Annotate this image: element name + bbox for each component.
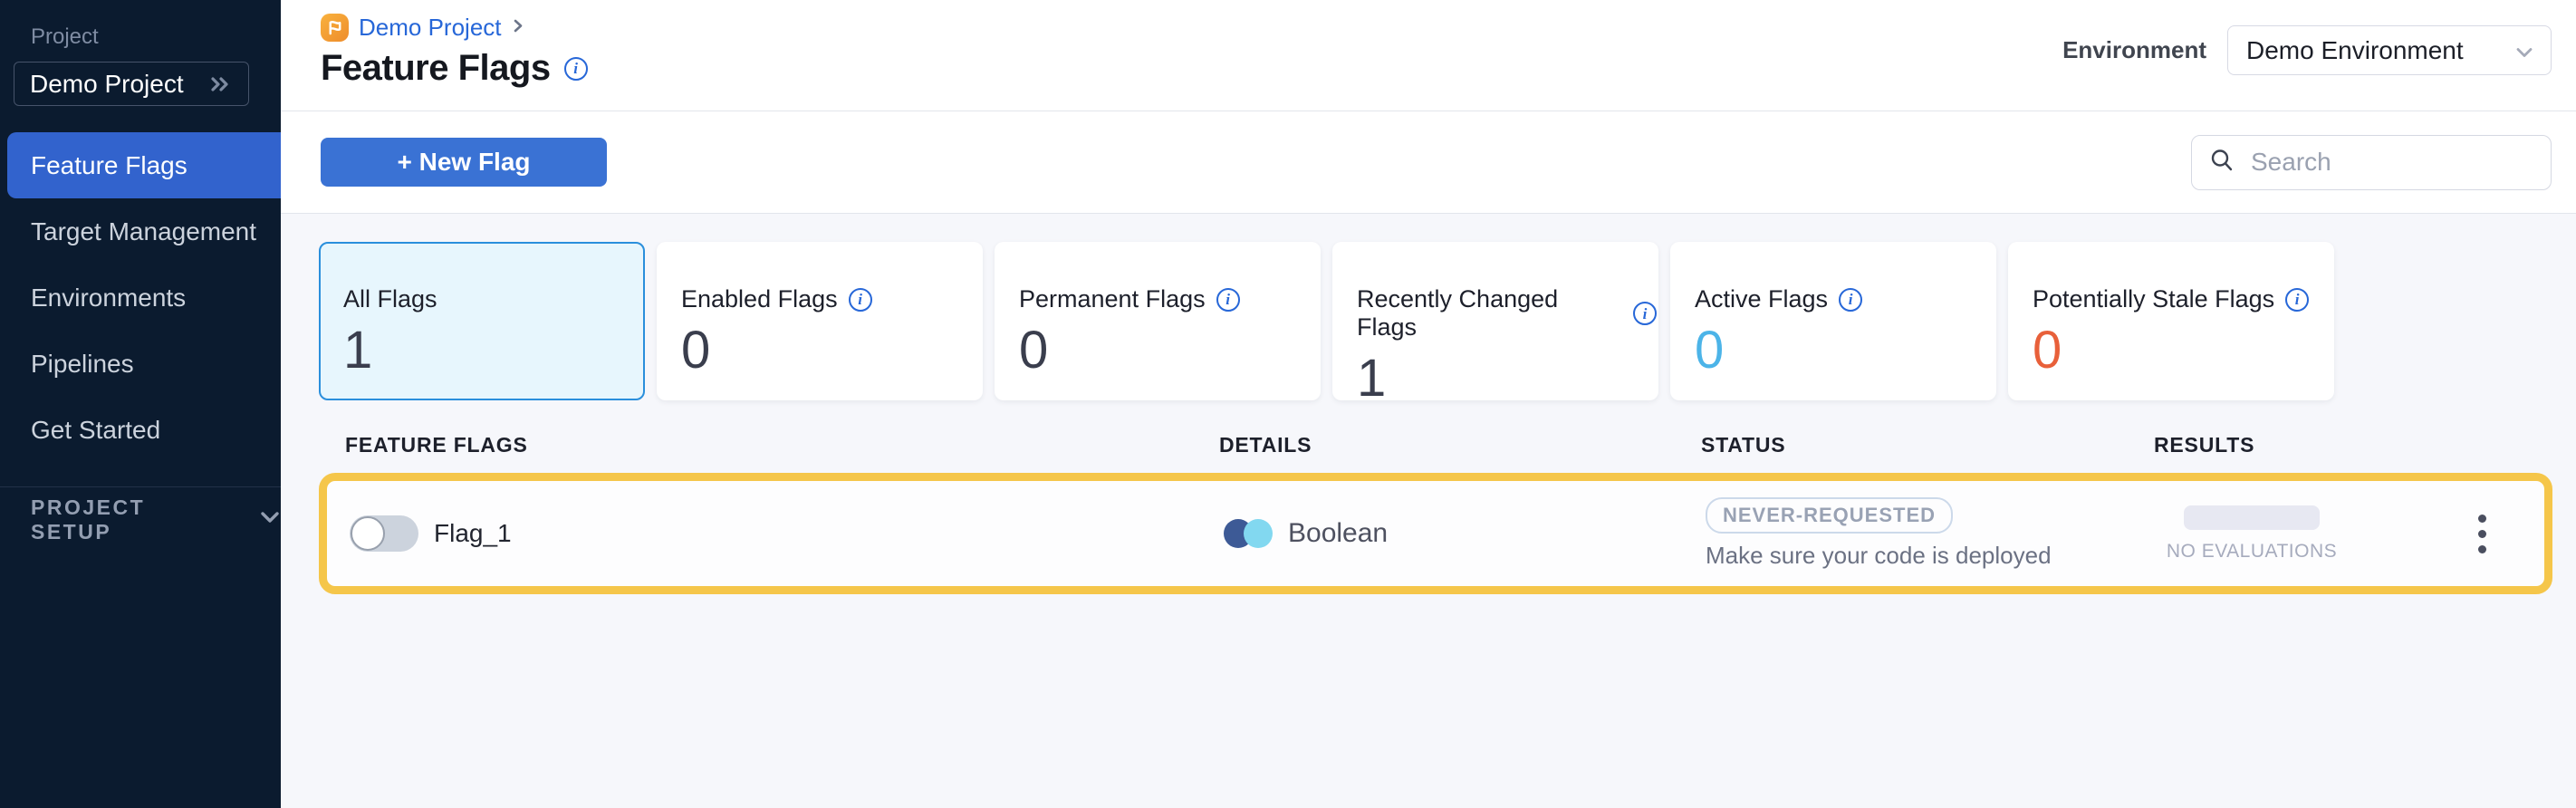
- search-icon: [2208, 147, 2235, 178]
- toggle-knob: [351, 516, 385, 551]
- double-chevron-icon[interactable]: [208, 73, 234, 95]
- status-cell: NEVER-REQUESTED Make sure your code is d…: [1706, 497, 2158, 570]
- sidebar-item-feature-flags[interactable]: Feature Flags: [7, 132, 281, 198]
- search-box: [2191, 135, 2552, 190]
- sidebar-item-pipelines[interactable]: Pipelines: [0, 331, 281, 397]
- status-badge: NEVER-REQUESTED: [1706, 497, 1953, 534]
- info-icon[interactable]: [849, 288, 872, 312]
- info-icon[interactable]: [2285, 288, 2309, 312]
- card-active-flags[interactable]: Active Flags 0: [1670, 242, 1996, 400]
- sidebar: Project Demo Project Feature Flags Targe…: [0, 0, 281, 808]
- evaluations-summary: NO EVALUATIONS: [2166, 505, 2338, 563]
- stats-cards: All Flags 1 Enabled Flags 0 Permanent Fl…: [319, 242, 2552, 400]
- card-all-flags[interactable]: All Flags 1: [319, 242, 645, 400]
- column-results: RESULTS: [2154, 433, 2552, 457]
- flag-cell: Flag_1: [350, 515, 1224, 552]
- new-flag-button[interactable]: + New Flag: [321, 138, 607, 187]
- evaluations-note: NO EVALUATIONS: [2167, 541, 2337, 563]
- content: All Flags 1 Enabled Flags 0 Permanent Fl…: [281, 214, 2576, 808]
- card-value: 0: [2033, 324, 2332, 377]
- breadcrumb-chevron-icon: [512, 16, 524, 39]
- project-section-label: Project: [31, 24, 281, 50]
- status-help-text: Make sure your code is deployed: [1706, 542, 2158, 570]
- environment-label: Environment: [2062, 36, 2206, 64]
- flag-name[interactable]: Flag_1: [434, 519, 512, 548]
- card-permanent-flags[interactable]: Permanent Flags 0: [995, 242, 1321, 400]
- chevron-down-icon: [259, 510, 281, 529]
- card-label: Recently Changed Flags: [1357, 285, 1622, 341]
- card-label: Enabled Flags: [681, 285, 838, 313]
- sidebar-project-setup[interactable]: PROJECT SETUP: [0, 486, 281, 552]
- project-setup-label: PROJECT SETUP: [31, 495, 219, 544]
- card-label: Potentially Stale Flags: [2033, 285, 2274, 313]
- toolbar: + New Flag: [281, 111, 2576, 214]
- page-title: Feature Flags: [321, 48, 551, 89]
- sidebar-item-target-management[interactable]: Target Management: [0, 198, 281, 265]
- card-label: Active Flags: [1695, 285, 1828, 313]
- details-cell: Boolean: [1224, 518, 1706, 549]
- card-value: 1: [343, 324, 643, 377]
- chevron-down-icon: [2514, 36, 2534, 65]
- environment-picker: Environment Demo Environment: [2062, 25, 2552, 75]
- card-enabled-flags[interactable]: Enabled Flags 0: [657, 242, 983, 400]
- flag-kind: Boolean: [1288, 518, 1388, 549]
- card-potentially-stale-flags[interactable]: Potentially Stale Flags 0: [2008, 242, 2334, 400]
- table-row[interactable]: Flag_1 Boolean NEVER-REQUESTED Make sure…: [319, 473, 2552, 594]
- page-header: Demo Project Feature Flags Environment D…: [281, 0, 2576, 111]
- results-cell: NO EVALUATIONS: [2158, 505, 2544, 563]
- breadcrumb-project-link[interactable]: Demo Project: [359, 14, 502, 42]
- card-value: 0: [1019, 324, 1319, 377]
- environment-select[interactable]: Demo Environment: [2227, 25, 2552, 75]
- kebab-menu-icon[interactable]: [2469, 505, 2495, 563]
- boolean-icon: [1224, 519, 1273, 548]
- sidebar-nav: Feature Flags Target Management Environm…: [0, 132, 281, 463]
- environment-select-value: Demo Environment: [2246, 36, 2464, 65]
- info-icon[interactable]: [1839, 288, 1862, 312]
- table-header: FEATURE FLAGS DETAILS STATUS RESULTS: [319, 433, 2552, 457]
- column-status: STATUS: [1701, 433, 2154, 457]
- project-selector[interactable]: Demo Project: [14, 62, 249, 106]
- card-recently-changed-flags[interactable]: Recently Changed Flags 1: [1332, 242, 1658, 400]
- info-icon[interactable]: [1216, 288, 1240, 312]
- card-label: Permanent Flags: [1019, 285, 1206, 313]
- project-selector-value: Demo Project: [30, 70, 184, 99]
- sidebar-item-get-started[interactable]: Get Started: [0, 397, 281, 463]
- main-area: Demo Project Feature Flags Environment D…: [281, 0, 2576, 808]
- evaluations-bar: [2184, 505, 2320, 530]
- info-icon[interactable]: [564, 57, 588, 81]
- column-details: DETAILS: [1219, 433, 1701, 457]
- feature-flags-logo-icon: [321, 14, 349, 42]
- sidebar-item-environments[interactable]: Environments: [0, 265, 281, 331]
- column-feature-flags: FEATURE FLAGS: [345, 433, 1219, 457]
- info-icon[interactable]: [1633, 302, 1657, 325]
- card-value: 0: [1695, 324, 1994, 377]
- card-value: 1: [1357, 352, 1657, 405]
- card-label: All Flags: [343, 285, 437, 313]
- flag-toggle[interactable]: [350, 515, 418, 552]
- search-input[interactable]: [2249, 147, 2534, 178]
- card-value: 0: [681, 324, 981, 377]
